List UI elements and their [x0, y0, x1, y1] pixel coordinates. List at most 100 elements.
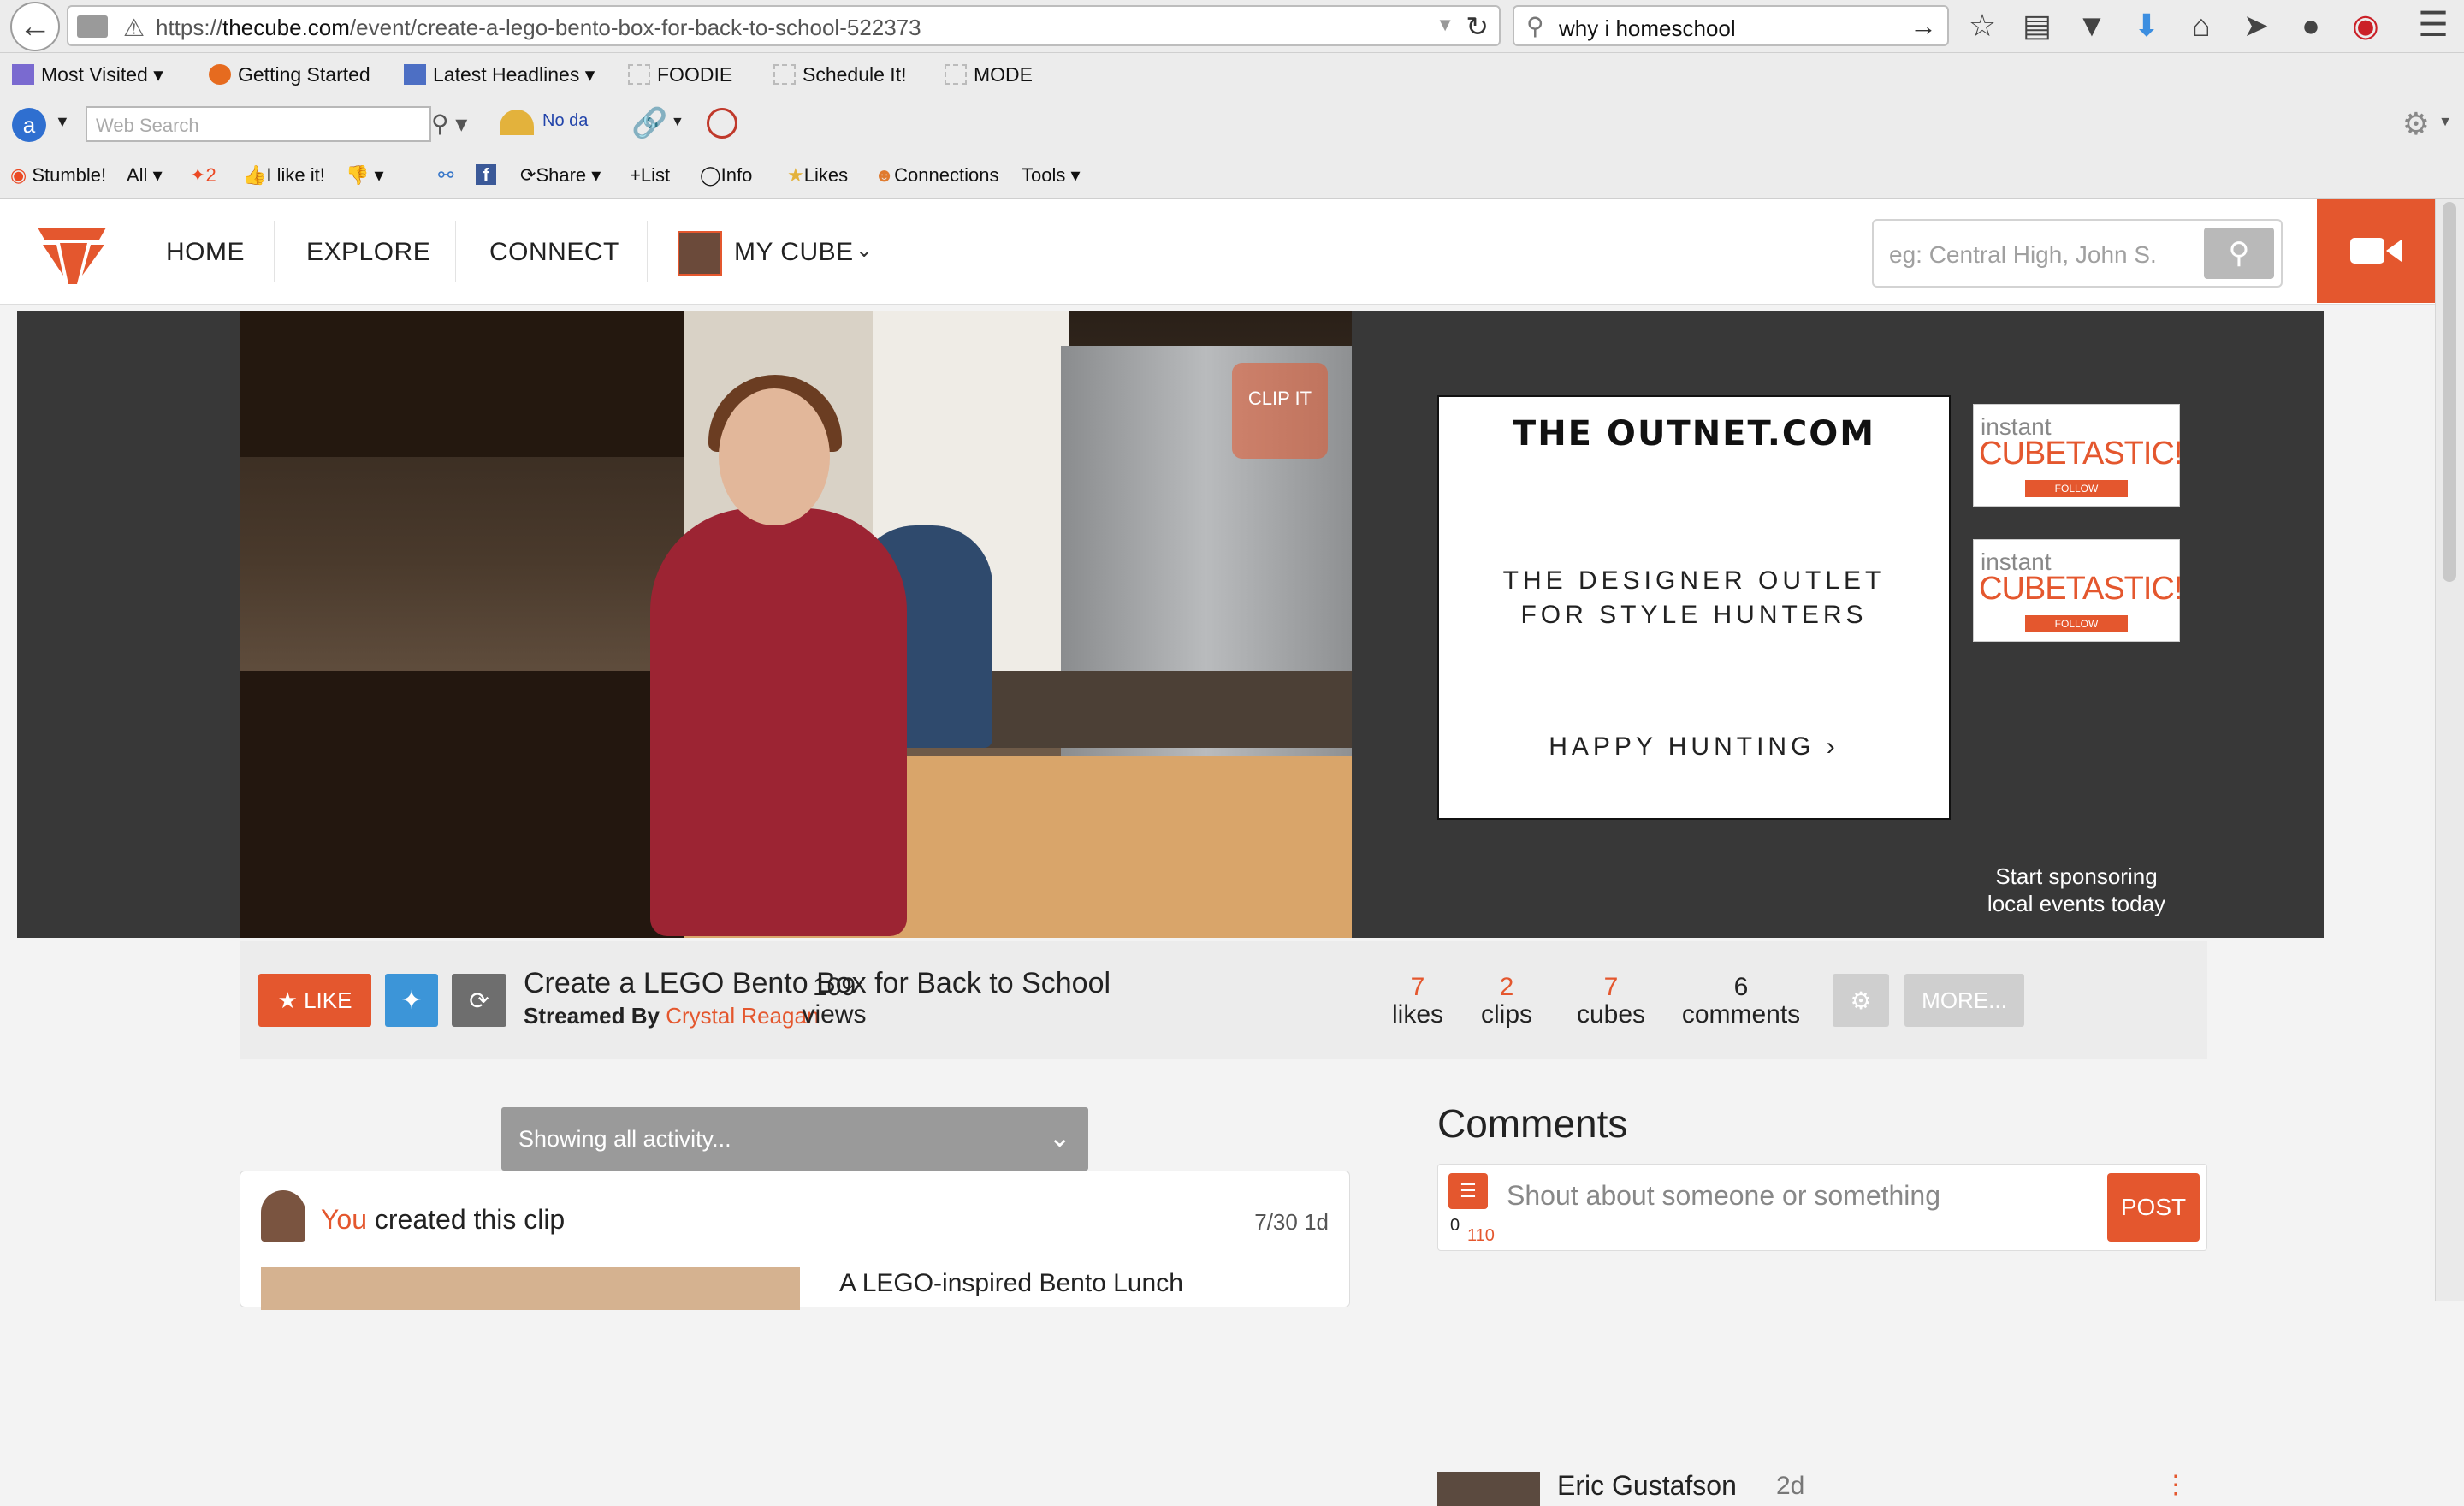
ad-follow-button[interactable]: FOLLOW: [2025, 615, 2128, 632]
like-it-button[interactable]: 👍I like it!: [243, 164, 325, 187]
link-dropdown-icon[interactable]: ▼: [671, 115, 684, 130]
pinterest-icon[interactable]: ◉: [2348, 8, 2384, 44]
url-bar[interactable]: ⚠ https://thecube.com/event/create-a-leg…: [67, 5, 1501, 46]
site-search-button[interactable]: ⚲: [2204, 228, 2274, 279]
browser-search-query[interactable]: why i homeschool: [1559, 15, 1736, 42]
back-arrow-icon: ←: [19, 8, 51, 44]
cubetastic-ad[interactable]: instant CUBETASTIC! FOLLOW: [1973, 539, 2183, 642]
pocket-icon[interactable]: ▼: [2074, 8, 2110, 44]
hamburger-menu-icon[interactable]: ☰: [2418, 5, 2449, 44]
timer-icon[interactable]: [707, 108, 737, 139]
like-button[interactable]: ★ LIKE: [258, 974, 371, 1027]
activity-filter-dropdown[interactable]: Showing all activity... ⌄: [501, 1107, 1088, 1171]
link-icon[interactable]: 🔗: [631, 106, 667, 140]
stumble-button[interactable]: ◉ Stumble!: [10, 164, 106, 187]
plus-icon: +: [630, 164, 641, 186]
go-live-camera-button[interactable]: [2317, 199, 2435, 303]
video-frame-bg: [240, 311, 684, 457]
video-player[interactable]: CLIP IT: [240, 311, 1352, 938]
bookmark-mode[interactable]: MODE: [945, 63, 1033, 86]
event-settings-button[interactable]: ⚙: [1833, 974, 1889, 1027]
download-icon[interactable]: ⬇: [2129, 8, 2165, 44]
page-info-icon[interactable]: [77, 15, 108, 38]
twitter-share-button[interactable]: ✦: [385, 974, 438, 1027]
bookmark-star-icon[interactable]: ☆: [1964, 8, 2000, 44]
send-icon[interactable]: ➤: [2238, 8, 2274, 44]
stumble-icon: ◉: [10, 164, 27, 186]
avatar[interactable]: [1437, 1472, 1540, 1506]
search-go-icon[interactable]: →: [1910, 10, 1937, 42]
info-bubble-icon: ◯: [700, 164, 721, 186]
sponsor-link[interactable]: Start sponsoring local events today: [1959, 863, 2194, 917]
activity-text: You created this clip: [321, 1204, 565, 1236]
info-button[interactable]: ◯Info: [700, 164, 752, 187]
bookmark-schedule-it[interactable]: Schedule It!: [773, 63, 906, 86]
settings-dropdown-icon[interactable]: ▼: [2438, 115, 2452, 130]
comment-input[interactable]: Shout about someone or something: [1507, 1180, 1940, 1212]
scrollbar-thumb[interactable]: [2443, 202, 2456, 582]
commenter-name[interactable]: Eric Gustafson: [1557, 1470, 1737, 1502]
ask-dropdown-icon[interactable]: ▼: [55, 113, 70, 131]
page-icon: [628, 64, 650, 85]
settings-gear-icon[interactable]: ⚙: [2402, 106, 2430, 142]
facebook-button[interactable]: f: [476, 164, 496, 187]
page-scrollbar[interactable]: [2435, 199, 2464, 1301]
likes-button[interactable]: ★Likes: [787, 164, 848, 187]
comment-menu-icon[interactable]: ⋮: [2163, 1470, 2189, 1500]
browser-search-bar[interactable]: ⚲ why i homeschool →: [1513, 5, 1949, 46]
tools-dropdown[interactable]: Tools ▾: [1022, 164, 1081, 187]
home-icon[interactable]: ⌂: [2183, 8, 2219, 44]
bookmark-latest-headlines[interactable]: Latest Headlines ▾: [404, 63, 595, 86]
stumble-notifications[interactable]: ✦2: [190, 164, 216, 187]
avatar[interactable]: [261, 1190, 305, 1242]
weather-icon[interactable]: [500, 110, 534, 135]
user-avatar[interactable]: [678, 231, 722, 276]
list-button[interactable]: +List: [630, 164, 670, 187]
activity-action: created this clip: [374, 1204, 566, 1235]
bookmark-getting-started[interactable]: Getting Started: [209, 63, 370, 86]
outnet-ad[interactable]: THE OUTNET.COM THE DESIGNER OUTLET FOR S…: [1437, 395, 1951, 820]
weather-text[interactable]: No da: [542, 111, 588, 131]
site-search-input[interactable]: eg: Central High, John S.: [1889, 241, 2157, 269]
cubetastic-ad[interactable]: instant CUBETASTIC! FOLLOW: [1973, 404, 2183, 507]
nav-my-cube[interactable]: MY CUBE: [734, 238, 854, 267]
nav-connect[interactable]: CONNECT: [489, 238, 619, 267]
tag-button[interactable]: ⚯: [438, 164, 453, 187]
bookmark-foodie[interactable]: FOODIE: [628, 63, 732, 86]
nav-home[interactable]: HOME: [166, 238, 245, 267]
clip-thumbnail[interactable]: [261, 1267, 800, 1310]
ad-follow-button[interactable]: FOLLOW: [2025, 480, 2128, 497]
chevron-down-icon[interactable]: ⌄: [856, 238, 873, 263]
stat-comments[interactable]: 6 comments: [1668, 974, 1814, 1029]
url-history-dropdown-icon[interactable]: ▼: [1436, 14, 1454, 36]
site-header: HOME EXPLORE CONNECT MY CUBE ⌄ eg: Centr…: [0, 199, 2435, 305]
connections-button[interactable]: ☻Connections: [874, 164, 998, 187]
stumble-all-dropdown[interactable]: All ▾: [127, 164, 163, 187]
nav-explore[interactable]: EXPLORE: [306, 238, 430, 267]
thecube-logo-icon[interactable]: [34, 216, 110, 288]
share-button[interactable]: ⟳: [452, 974, 506, 1027]
reload-icon[interactable]: ↻: [1466, 10, 1489, 43]
more-button[interactable]: MORE...: [1904, 974, 2024, 1027]
url-text[interactable]: https://thecube.com/event/create-a-lego-…: [156, 15, 921, 41]
post-comment-button[interactable]: POST: [2107, 1173, 2200, 1242]
stat-likes[interactable]: 7 likes: [1362, 974, 1473, 1029]
web-search-icon[interactable]: ⚲ ▾: [431, 110, 467, 138]
web-search-input[interactable]: Web Search: [86, 106, 431, 142]
clip-title[interactable]: A LEGO-inspired Bento Lunch: [839, 1269, 1183, 1298]
activity-actor-link[interactable]: You: [321, 1204, 367, 1235]
ask-icon[interactable]: a: [12, 108, 46, 142]
bookmark-most-visited[interactable]: Most Visited ▾: [12, 63, 163, 86]
ad-cubetastic: CUBETASTIC!: [1979, 571, 2183, 607]
reading-list-icon[interactable]: ▤: [2019, 8, 2055, 44]
warning-icon[interactable]: ⚠: [123, 14, 145, 42]
stat-cubes[interactable]: 7 cubes: [1561, 974, 1661, 1029]
clip-it-button[interactable]: CLIP IT: [1232, 363, 1328, 459]
share-button[interactable]: ⟳Share ▾: [520, 164, 601, 187]
dislike-button[interactable]: 👎 ▾: [346, 164, 384, 187]
back-button[interactable]: ←: [10, 2, 60, 51]
bookmarks-toolbar: Most Visited ▾ Getting Started Latest He…: [0, 53, 2464, 96]
chat-icon[interactable]: ●: [2293, 8, 2329, 44]
stat-clips[interactable]: 2 clips: [1460, 974, 1554, 1029]
ad-cta[interactable]: HAPPY HUNTING ›: [1439, 732, 1949, 762]
